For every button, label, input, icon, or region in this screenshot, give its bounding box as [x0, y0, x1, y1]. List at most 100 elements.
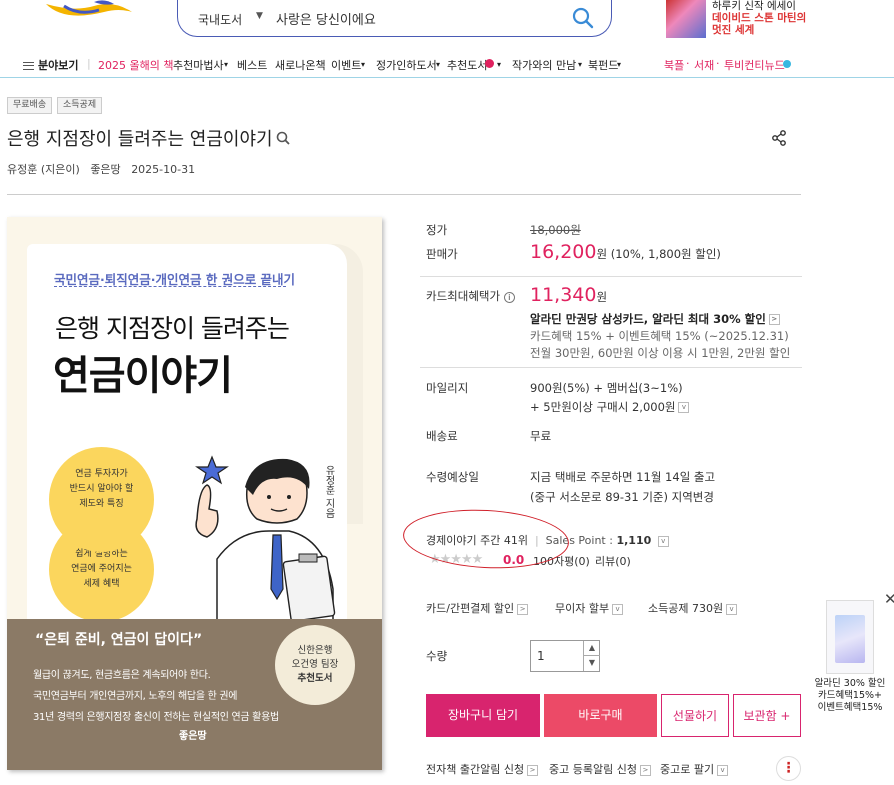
nav-item-recommended[interactable]: 추천도서	[447, 57, 487, 73]
card-discount-option[interactable]: 카드/간편결제 할인 >	[426, 600, 529, 616]
card-discount-label: 카드/간편결제 할인	[426, 602, 515, 615]
new-badge-icon	[485, 59, 494, 68]
quantity-input[interactable]: 1	[537, 649, 545, 663]
mileage-label: 마일리지	[426, 381, 469, 395]
card-price-unit: 원	[596, 290, 608, 304]
quantity-stepper[interactable]: 1 ▲ ▼	[530, 640, 600, 672]
tag-tax-deduction: 소득공제	[57, 97, 103, 114]
seal-line: 추천도서	[297, 673, 333, 684]
share-icon[interactable]	[771, 130, 787, 146]
list-price: 18,000원	[530, 223, 581, 237]
gift-button[interactable]: 선물하기	[661, 694, 729, 737]
divider	[7, 194, 801, 195]
arrival-line1: 지금 택배로 주문하면 11월 14일 출고	[530, 470, 716, 484]
mileage-line2: + 5만원이상 구매시 2,000원 v	[530, 399, 690, 415]
cover-quote: “은퇴 준비, 연금이 답이다”	[35, 632, 203, 648]
sale-price-label: 판매가	[426, 247, 458, 261]
shipping-label: 배송료	[426, 429, 458, 443]
chevron-right-icon: >	[639, 764, 651, 776]
tax-deduction-option[interactable]: 소득공제 730원 v	[648, 600, 738, 616]
chevron-down-icon: ▾	[497, 60, 502, 69]
card-price-label-text: 카드최대혜택가	[426, 289, 501, 303]
search-icon[interactable]	[571, 6, 595, 30]
nav-item-best[interactable]: 베스트	[237, 57, 267, 73]
card-benefit-line1: 알라딘 만권당 삼성카드, 알라딘 최대 30% 할인 >	[530, 311, 780, 327]
used-alert-link[interactable]: 중고 등록알림 신청 >	[549, 761, 651, 777]
nav-separator: |	[87, 57, 91, 70]
cover-desc-line: 월급이 끊겨도, 현금흐름은 계속되어야 한다.	[33, 670, 211, 681]
side-ad-line: 이벤트혜택15%	[817, 702, 883, 713]
product-meta: 유정훈 (지은이) 좋은땅 2025-10-31	[7, 161, 195, 177]
nav-right-bookple[interactable]: 북플	[664, 57, 684, 73]
nav-right-tobe[interactable]: 투비컨티뉴드	[724, 57, 785, 73]
main-nav: 분야보기 | 2025 올해의 책 추천마법사 ▾ 베스트 새로나온책 이벤트 …	[0, 52, 894, 78]
tag-free-shipping: 무료배송	[7, 97, 53, 114]
nav-item-best-of-year[interactable]: 2025 올해의 책	[98, 57, 173, 73]
cover-bubble-1: 연금 투자자가 반드시 알아야 할 제도와 특징	[49, 447, 154, 552]
nav-right-library[interactable]: 서재	[694, 57, 714, 73]
nav-item-recommend-wizard[interactable]: 추천마법사	[173, 57, 224, 73]
author-link[interactable]: 유정훈 (지은이)	[7, 163, 80, 176]
divider	[420, 276, 802, 277]
review-link[interactable]: 리뷰(0)	[595, 553, 631, 569]
publisher-link[interactable]: 좋은땅	[90, 163, 120, 176]
divider	[420, 367, 802, 368]
side-ad-text[interactable]: 알라딘 30% 할인 카드혜택15%+ 이벤트혜택15%	[806, 678, 894, 714]
info-icon[interactable]: i	[503, 292, 515, 303]
chevron-down-icon[interactable]: ▼	[256, 11, 263, 21]
chevron-up-icon[interactable]: ▲	[583, 641, 600, 656]
used-alert-label: 중고 등록알림 신청	[549, 763, 637, 776]
ad-line-3: 멋진 세계	[712, 24, 755, 36]
add-to-cart-button[interactable]: 장바구니 담기	[426, 694, 540, 737]
nav-item-new[interactable]: 새로나온책	[275, 57, 326, 73]
card-benefit-text: 알라딘 만권당 삼성카드, 알라딘 최대 30% 할인	[530, 312, 766, 326]
aladin-logo[interactable]	[44, 0, 134, 22]
chevron-down-icon[interactable]: ▼	[583, 656, 600, 671]
bubble1-line: 제도와 특징	[79, 499, 124, 509]
list-price-label: 정가	[426, 223, 448, 237]
publish-date: 2025-10-31	[131, 163, 196, 176]
search-icon[interactable]	[276, 131, 290, 145]
card-benefit-line3: 전월 30만원, 60만원 이상 이용 시 1만원, 2만원 할인	[530, 346, 791, 360]
sale-note: (10%, 1,800원 할인)	[610, 247, 721, 261]
card-price-label: 카드최대혜택가 i	[426, 288, 515, 304]
card-benefit-line2: 카드혜택 15% + 이벤트혜택 15% (~2025.12.31)	[530, 329, 789, 343]
close-icon[interactable]: ✕	[884, 590, 894, 608]
chevron-down-icon: ▾	[224, 60, 229, 69]
cover-recommend-seal: 신한은행 오건영 팀장 추천도서	[275, 625, 355, 705]
wishlist-button[interactable]: 보관함 +	[733, 694, 801, 737]
ad-line-1: 하루키 신작 에세이	[712, 0, 796, 12]
sell-used-link[interactable]: 중고로 팔기 v	[660, 761, 729, 777]
chevron-down-icon: ▾	[361, 60, 366, 69]
buy-now-button[interactable]: 바로구매	[544, 694, 657, 737]
installment-option[interactable]: 무이자 할부 v	[555, 600, 624, 616]
sales-point: 1,110	[616, 534, 652, 547]
ebook-alert-link[interactable]: 전자책 출간알림 신청 >	[426, 761, 539, 777]
chevron-down-icon[interactable]: v	[657, 535, 669, 547]
chevron-down-icon[interactable]: v	[678, 402, 690, 413]
cover-author: 유정훈 지음	[323, 465, 334, 519]
chevron-right-icon[interactable]: >	[768, 314, 780, 325]
chevron-down-icon: ▾	[436, 60, 441, 69]
side-ad-card-image[interactable]	[826, 600, 874, 674]
arrival-line2[interactable]: (중구 서소문로 89-31 기준) 지역변경	[530, 489, 714, 505]
bubble1-line: 반드시 알아야 할	[69, 484, 134, 494]
nav-item-price-down[interactable]: 정가인하도서	[376, 57, 437, 73]
search-category-select[interactable]: 국내도서	[198, 11, 242, 28]
nav-item-bookfund[interactable]: 북펀드	[588, 57, 618, 73]
ad-banner-text[interactable]: 하루키 신작 에세이 데이비드 스톤 마틴의 멋진 세계	[712, 0, 806, 36]
seal-line: 신한은행	[297, 645, 333, 656]
card-price: 11,340	[530, 284, 597, 306]
nav-item-event[interactable]: 이벤트	[331, 57, 361, 73]
nav-item-author-meet[interactable]: 작가와의 만남	[512, 57, 576, 73]
side-ad-line: 카드혜택15%+	[817, 690, 883, 701]
nav-field-view[interactable]: 분야보기	[23, 57, 78, 73]
cover-title-line1: 은행 지점장이 들려주는	[55, 314, 290, 343]
book-cover[interactable]: 국민연금·퇴직연금·개인연금 한 권으로 끝내기 은행 지점장이 들려주는 연금…	[7, 217, 382, 770]
ad-line-2: 데이비드 스톤 마틴의	[712, 12, 807, 24]
ad-banner-image[interactable]	[666, 0, 706, 38]
more-options-icon[interactable]: ⋮	[776, 756, 801, 781]
search-input[interactable]: 사랑은 당신이에요	[276, 9, 376, 28]
sale-price-unit: 원	[596, 247, 608, 261]
nav-field-view-label: 분야보기	[38, 59, 79, 72]
